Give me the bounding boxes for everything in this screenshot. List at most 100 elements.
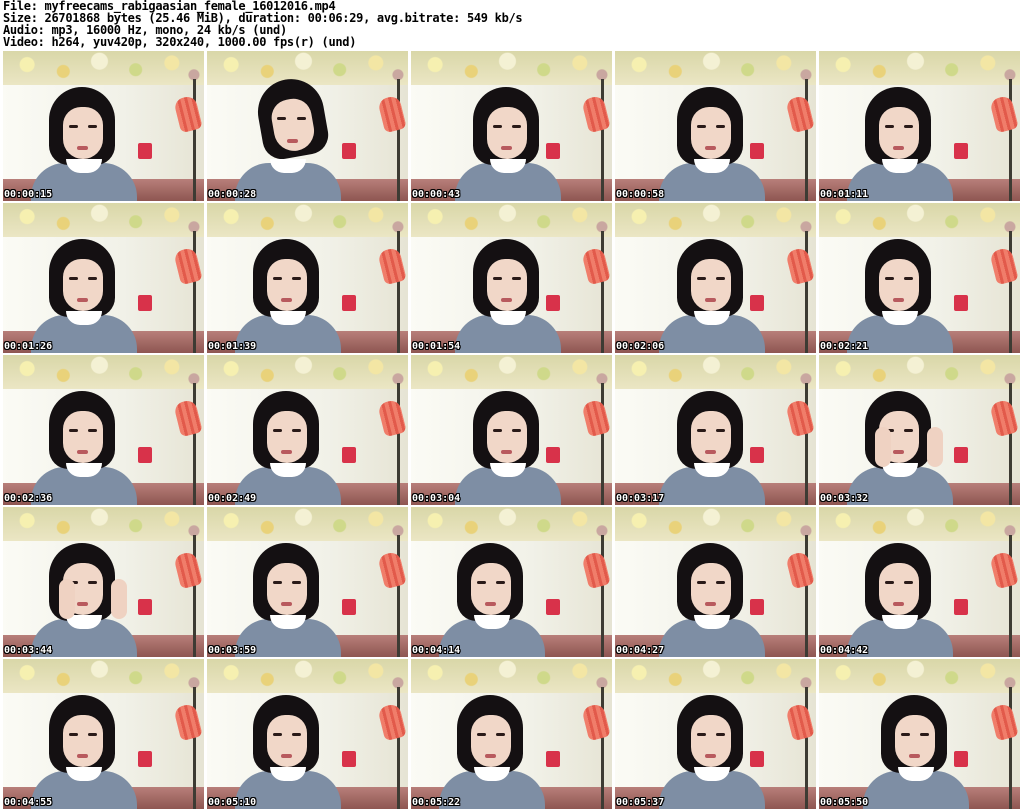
- thumbnail-grid: 00:00:15 00:00:28 00:00:43 00:00:58 00:01:11…: [3, 51, 1023, 809]
- left-eye: [493, 125, 502, 128]
- video-thumbnail: 00:04:14: [411, 507, 612, 657]
- face: [267, 715, 307, 767]
- mouth: [893, 602, 904, 606]
- video-thumbnail: 00:03:32: [819, 355, 1020, 505]
- lamp-stem: [397, 79, 400, 201]
- right-eye: [716, 277, 725, 280]
- right-eye: [88, 581, 97, 584]
- red-cushion: [546, 751, 560, 767]
- mouth: [705, 754, 716, 758]
- lamp-stem: [805, 231, 808, 353]
- lamp-stem: [805, 79, 808, 201]
- red-cushion: [546, 295, 560, 311]
- face: [267, 563, 307, 615]
- wallpaper: [615, 659, 816, 693]
- lamp-stem: [601, 383, 604, 505]
- left-eye: [477, 581, 486, 584]
- right-eye: [716, 429, 725, 432]
- right-hand: [927, 427, 943, 467]
- left-eye: [69, 277, 78, 280]
- face: [471, 563, 511, 615]
- video-thumbnail: 00:04:55: [3, 659, 204, 809]
- lamp-stem: [193, 79, 196, 201]
- video-thumbnail: 00:03:04: [411, 355, 612, 505]
- right-eye: [904, 429, 913, 432]
- right-eye: [512, 277, 521, 280]
- red-cushion: [138, 599, 152, 615]
- mouth: [705, 298, 716, 302]
- red-cushion: [138, 295, 152, 311]
- lamp-stem: [1009, 535, 1012, 657]
- left-eye: [273, 429, 282, 432]
- right-eye: [88, 429, 97, 432]
- video-thumbnail: 00:01:39: [207, 203, 408, 353]
- left-eye: [697, 277, 706, 280]
- right-eye: [292, 429, 301, 432]
- red-cushion: [138, 143, 152, 159]
- wallpaper: [3, 51, 204, 85]
- mouth: [893, 146, 904, 150]
- thumbnail-timestamp: 00:03:17: [616, 493, 665, 504]
- thumbnail-timestamp: 00:01:26: [4, 341, 53, 352]
- right-eye: [88, 125, 97, 128]
- thumbnail-timestamp: 00:00:28: [208, 189, 257, 200]
- thumbnail-timestamp: 00:02:49: [208, 493, 257, 504]
- face: [691, 107, 731, 159]
- left-eye: [697, 733, 706, 736]
- lamp-stem: [397, 535, 400, 657]
- video-thumbnail: 00:01:54: [411, 203, 612, 353]
- red-cushion: [954, 447, 968, 463]
- wallpaper: [3, 659, 204, 693]
- right-eye: [292, 277, 301, 280]
- thumbnail-timestamp: 00:04:42: [820, 645, 869, 656]
- face: [63, 715, 103, 767]
- lamp-stem: [397, 687, 400, 809]
- lamp-stem: [1009, 79, 1012, 201]
- mouth: [77, 602, 88, 606]
- file-info-header: File: myfreecams_rabigaasian_female_1601…: [0, 0, 1024, 50]
- video-thumbnail: 00:00:43: [411, 51, 612, 201]
- right-eye: [292, 733, 301, 736]
- face: [63, 107, 103, 159]
- thumbnail-timestamp: 00:01:54: [412, 341, 461, 352]
- right-eye: [88, 277, 97, 280]
- mouth: [501, 146, 512, 150]
- thumbnail-timestamp: 00:03:44: [4, 645, 53, 656]
- face: [487, 259, 527, 311]
- right-eye: [292, 581, 301, 584]
- thumbnail-timestamp: 00:04:27: [616, 645, 665, 656]
- mouth: [501, 450, 512, 454]
- lamp-stem: [601, 231, 604, 353]
- mouth: [705, 602, 716, 606]
- video-thumbnail: 00:04:42: [819, 507, 1020, 657]
- red-cushion: [954, 143, 968, 159]
- thumbnail-timestamp: 00:04:14: [412, 645, 461, 656]
- left-eye: [697, 125, 706, 128]
- face: [691, 411, 731, 463]
- mouth: [485, 602, 496, 606]
- right-eye: [512, 125, 521, 128]
- right-eye: [904, 581, 913, 584]
- left-eye: [697, 581, 706, 584]
- video-thumbnail: 00:03:44: [3, 507, 204, 657]
- wallpaper: [411, 507, 612, 541]
- thumbnail-timestamp: 00:05:50: [820, 797, 869, 808]
- right-eye: [716, 733, 725, 736]
- right-eye: [904, 277, 913, 280]
- red-cushion: [342, 447, 356, 463]
- left-eye: [493, 277, 502, 280]
- thumbnail-timestamp: 00:00:43: [412, 189, 461, 200]
- right-eye: [716, 125, 725, 128]
- mouth: [705, 146, 716, 150]
- mouth: [77, 298, 88, 302]
- right-eye: [88, 733, 97, 736]
- mouth: [893, 450, 904, 454]
- thumbnail-timestamp: 00:03:59: [208, 645, 257, 656]
- thumbnail-timestamp: 00:02:21: [820, 341, 869, 352]
- red-cushion: [750, 599, 764, 615]
- face: [879, 107, 919, 159]
- mouth: [501, 298, 512, 302]
- wallpaper: [819, 355, 1020, 389]
- face: [895, 715, 935, 767]
- thumbnail-timestamp: 00:00:58: [616, 189, 665, 200]
